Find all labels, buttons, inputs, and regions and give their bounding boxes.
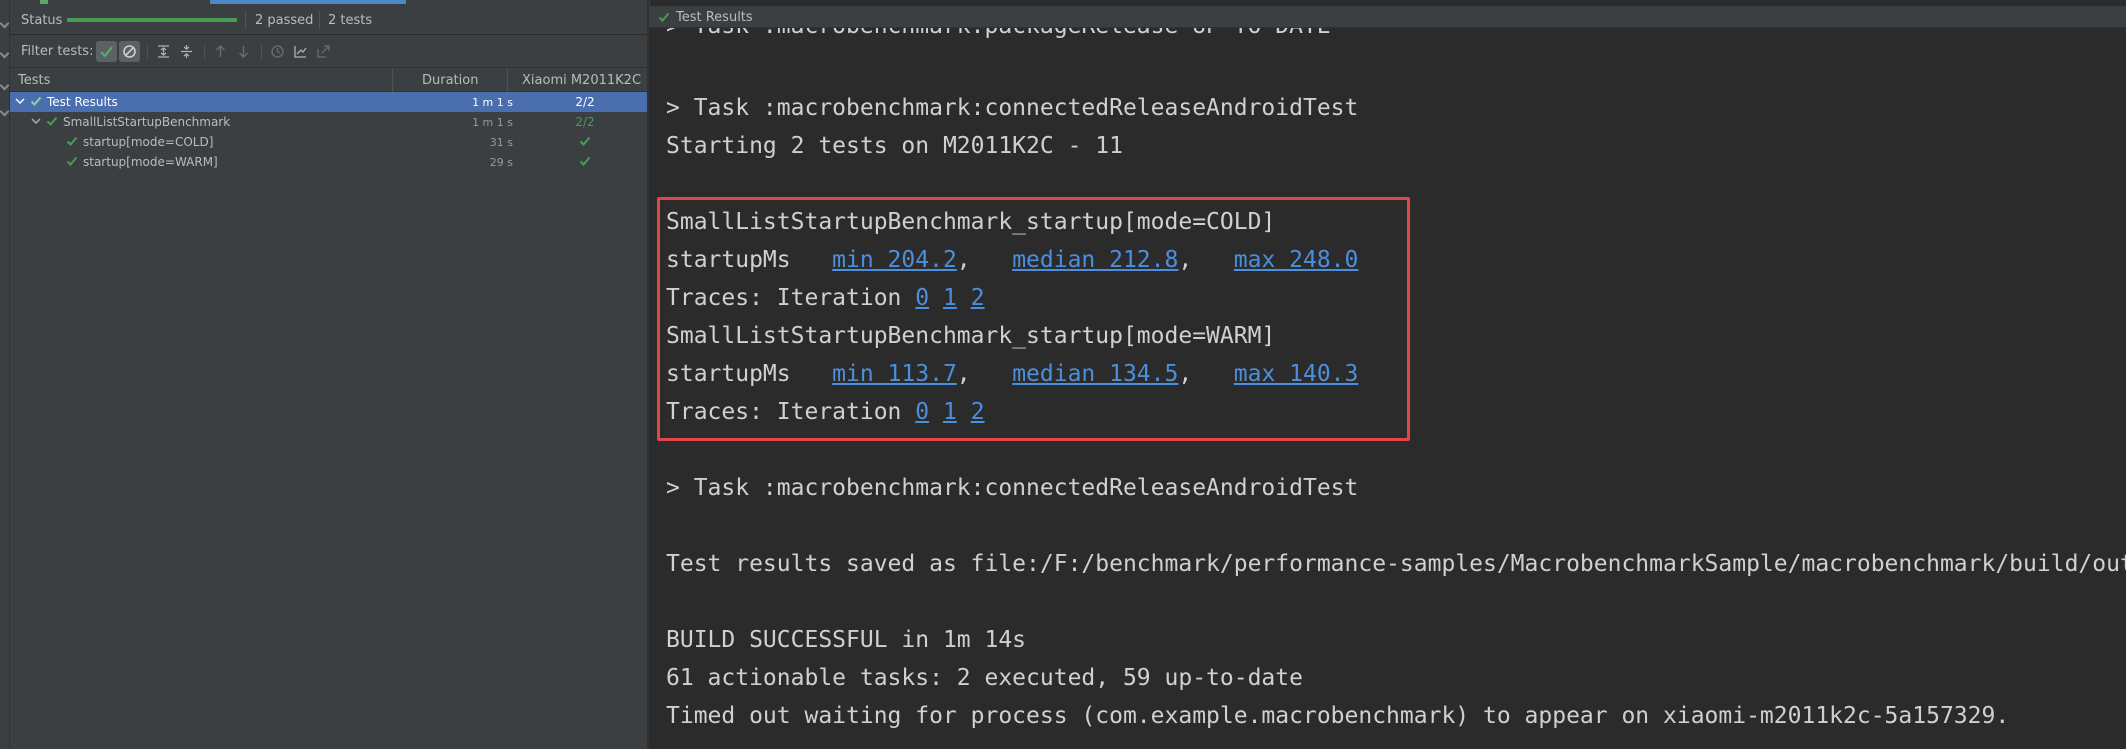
divider [147, 44, 148, 60]
active-tab-indicator[interactable] [210, 0, 406, 4]
tool-window-strip [0, 0, 10, 749]
run-tab-indicator[interactable] [40, 0, 48, 4]
column-device[interactable]: Xiaomi M2011K2C [522, 73, 641, 88]
tree-row-label: startup[mode=COLD] [83, 135, 214, 149]
column-divider[interactable] [507, 68, 508, 92]
check-icon [66, 136, 78, 146]
previous-failed-button[interactable] [210, 41, 231, 62]
filter-toolbar: Filter tests: [10, 35, 647, 68]
expand-all-icon [158, 45, 169, 58]
console-line: > Task :macrobenchmark:packageRelease UP… [666, 28, 1331, 41]
console-line: Starting 2 tests on M2011K2C - 11 [666, 133, 1123, 159]
console-line: BUILD SUCCESSFUL in 1m 14s [666, 627, 1027, 653]
export-tests-button[interactable] [313, 41, 334, 62]
console-line: > Task :macrobenchmark:connectedReleaseA… [666, 95, 1359, 121]
history-icon [271, 45, 284, 58]
import-tests-icon [294, 46, 307, 58]
console-line: Timed out waiting for process (com.examp… [666, 703, 2010, 729]
device-passed-icon [579, 136, 591, 146]
check-icon [30, 96, 42, 106]
tree-row-label: startup[mode=WARM] [83, 155, 218, 169]
console-line: Test results saved as file:/F:/benchmark… [666, 551, 2126, 577]
check-icon [66, 156, 78, 166]
tree-row-label: SmallListStartupBenchmark [63, 115, 231, 129]
divider [261, 44, 262, 60]
console-title: Test Results [676, 10, 753, 25]
filter-label: Filter tests: [21, 44, 94, 59]
console-header: Test Results [649, 6, 2126, 28]
tree-row-device-result: 2/2 [575, 115, 595, 129]
column-divider[interactable] [392, 68, 393, 92]
tree-row-device-result: 2/2 [575, 95, 595, 109]
previous-failed-icon [216, 45, 225, 57]
tree-row-test[interactable]: startup[mode=COLD] 31 s [10, 132, 647, 152]
console-line: 61 actionable tasks: 2 executed, 59 up-t… [666, 665, 1303, 691]
check-icon [46, 116, 58, 126]
tree-row-label: Test Results [47, 95, 118, 109]
tool-icon[interactable] [0, 48, 10, 59]
tree-row-duration: 31 s [489, 136, 513, 149]
expand-all-button[interactable] [153, 41, 174, 62]
tree-column-header: Tests Duration Xiaomi M2011K2C [10, 68, 647, 92]
status-bar: Status 2 passed 2 tests [10, 6, 647, 35]
show-ignored-button[interactable] [119, 41, 140, 62]
tool-icon[interactable] [0, 18, 10, 29]
tree-row-duration: 29 s [489, 156, 513, 169]
test-progress-fill [67, 18, 237, 22]
status-label: Status [21, 13, 63, 28]
total-tests-count: 2 tests [328, 13, 373, 28]
chevron-down-icon[interactable] [30, 115, 42, 127]
console-line: > Task :macrobenchmark:connectedReleaseA… [666, 475, 1359, 501]
show-ignored-icon [123, 45, 136, 58]
device-passed-icon [579, 156, 591, 166]
tree-row-duration: 1 m 1 s [472, 116, 513, 129]
column-tests[interactable]: Tests [18, 73, 50, 88]
divider [204, 44, 205, 60]
highlight-box [657, 197, 1410, 441]
divider [245, 11, 246, 29]
test-runner-panel: Status 2 passed 2 tests Filter tests: Te… [10, 6, 647, 749]
show-passed-button[interactable] [96, 41, 117, 62]
chevron-down-icon[interactable] [14, 95, 26, 107]
tool-icon[interactable] [0, 106, 10, 117]
divider [319, 11, 320, 29]
tree-row-test-results[interactable]: Test Results 1 m 1 s 2/2 [10, 92, 647, 112]
tool-icon[interactable] [0, 80, 10, 91]
export-tests-icon [317, 45, 330, 58]
passed-count: 2 passed [255, 13, 314, 28]
next-failed-icon [239, 46, 248, 58]
next-failed-button[interactable] [233, 41, 254, 62]
collapse-all-icon [181, 45, 192, 58]
test-progress-bar [67, 18, 237, 22]
check-icon [658, 12, 670, 22]
tree-row-class[interactable]: SmallListStartupBenchmark 1 m 1 s 2/2 [10, 112, 647, 132]
import-tests-button[interactable] [290, 41, 311, 62]
tree-row-duration: 1 m 1 s [472, 96, 513, 109]
show-passed-icon [100, 46, 113, 58]
console-output[interactable]: > Task :macrobenchmark:packageRelease UP… [649, 28, 2126, 749]
column-duration[interactable]: Duration [422, 73, 478, 88]
collapse-all-button[interactable] [176, 41, 197, 62]
history-button[interactable] [267, 41, 288, 62]
tree-row-test[interactable]: startup[mode=WARM] 29 s [10, 152, 647, 172]
